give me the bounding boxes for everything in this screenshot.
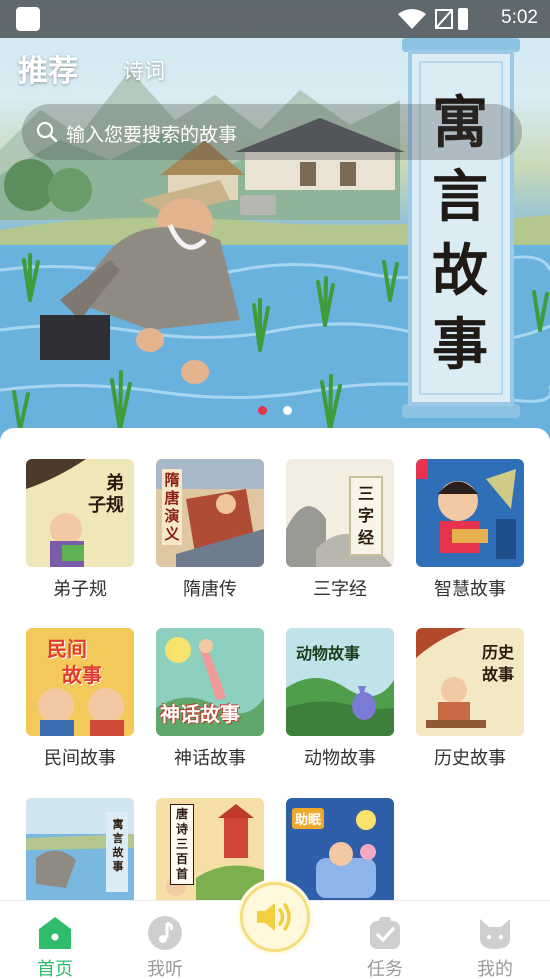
battery-icon	[458, 8, 468, 30]
cover-sanzijing: 三 字 经	[286, 459, 394, 567]
category-wisdom-stories[interactable]: 智慧故事	[416, 459, 524, 601]
cover-dizigui: 弟 子规	[26, 459, 134, 567]
category-label: 三字经	[313, 579, 367, 600]
wifi-icon	[398, 9, 426, 29]
category-label: 弟子规	[53, 579, 107, 600]
nav-home[interactable]: 首页	[15, 901, 95, 979]
category-suitang[interactable]: 隋唐演义 隋唐传	[156, 459, 264, 601]
cover-fables: 寓言 故事	[26, 798, 134, 900]
cover-animal-stories: 动物故事	[286, 628, 394, 736]
search-bar[interactable]: 输入您要搜索的故事	[22, 104, 522, 160]
tab-poems[interactable]: 诗词	[123, 55, 165, 85]
cover-folk-stories: 民间 故事	[26, 628, 134, 736]
cover-suitang: 隋唐演义	[156, 459, 264, 567]
carousel-dot-active	[258, 406, 267, 415]
category-dizigui[interactable]: 弟 子规 弟子规	[26, 459, 134, 601]
category-folk-stories[interactable]: 民间 故事 民间故事	[26, 628, 134, 770]
status-bar: 5:02	[0, 0, 550, 38]
category-label: 智慧故事	[434, 579, 506, 600]
cover-history-stories: 历史 故事	[416, 628, 524, 736]
category-fables[interactable]: 寓言 故事	[26, 798, 134, 900]
center-play-button[interactable]	[240, 882, 310, 952]
category-label: 神话故事	[174, 748, 246, 769]
category-grid: 弟 子规 弟子规 隋唐演义 隋唐传 三 字 经 三字经 智慧故事 民间 故事 民…	[0, 428, 550, 900]
nav-mine[interactable]: 我的	[455, 901, 535, 979]
home-icon	[39, 917, 71, 949]
status-time: 5:02	[501, 7, 538, 28]
nav-tasks[interactable]: 任务	[345, 901, 425, 979]
category-label: 隋唐传	[183, 579, 237, 600]
category-sanzijing[interactable]: 三 字 经 三字经	[286, 459, 394, 601]
speaker-icon	[257, 903, 291, 931]
task-check-icon	[370, 917, 400, 949]
status-icons	[398, 8, 468, 30]
app-screen: 寓 言 故 事 5:02 推荐 诗词 输入您要搜索的故事 弟 子规 弟子规 隋唐…	[0, 0, 550, 979]
search-placeholder: 输入您要搜索的故事	[66, 124, 238, 146]
cat-face-icon	[480, 919, 510, 949]
category-label: 民间故事	[44, 748, 116, 769]
banner-carousel[interactable]: 寓 言 故 事	[0, 0, 550, 440]
category-animal-stories[interactable]: 动物故事 动物故事	[286, 628, 394, 770]
cover-myths: 神话故事	[156, 628, 264, 736]
cover-wisdom-stories	[416, 459, 524, 567]
category-myths[interactable]: 神话故事 神话故事	[156, 628, 264, 770]
nav-listening[interactable]: 我听	[125, 901, 205, 979]
category-label: 历史故事	[434, 748, 506, 769]
search-icon	[36, 121, 58, 143]
tab-recommend[interactable]: 推荐	[18, 46, 78, 90]
category-label: 动物故事	[304, 748, 376, 769]
category-history-stories[interactable]: 历史 故事 历史故事	[416, 628, 524, 770]
carousel-dot	[283, 406, 292, 415]
notification-app-icon	[16, 7, 40, 31]
music-note-icon	[148, 916, 182, 950]
